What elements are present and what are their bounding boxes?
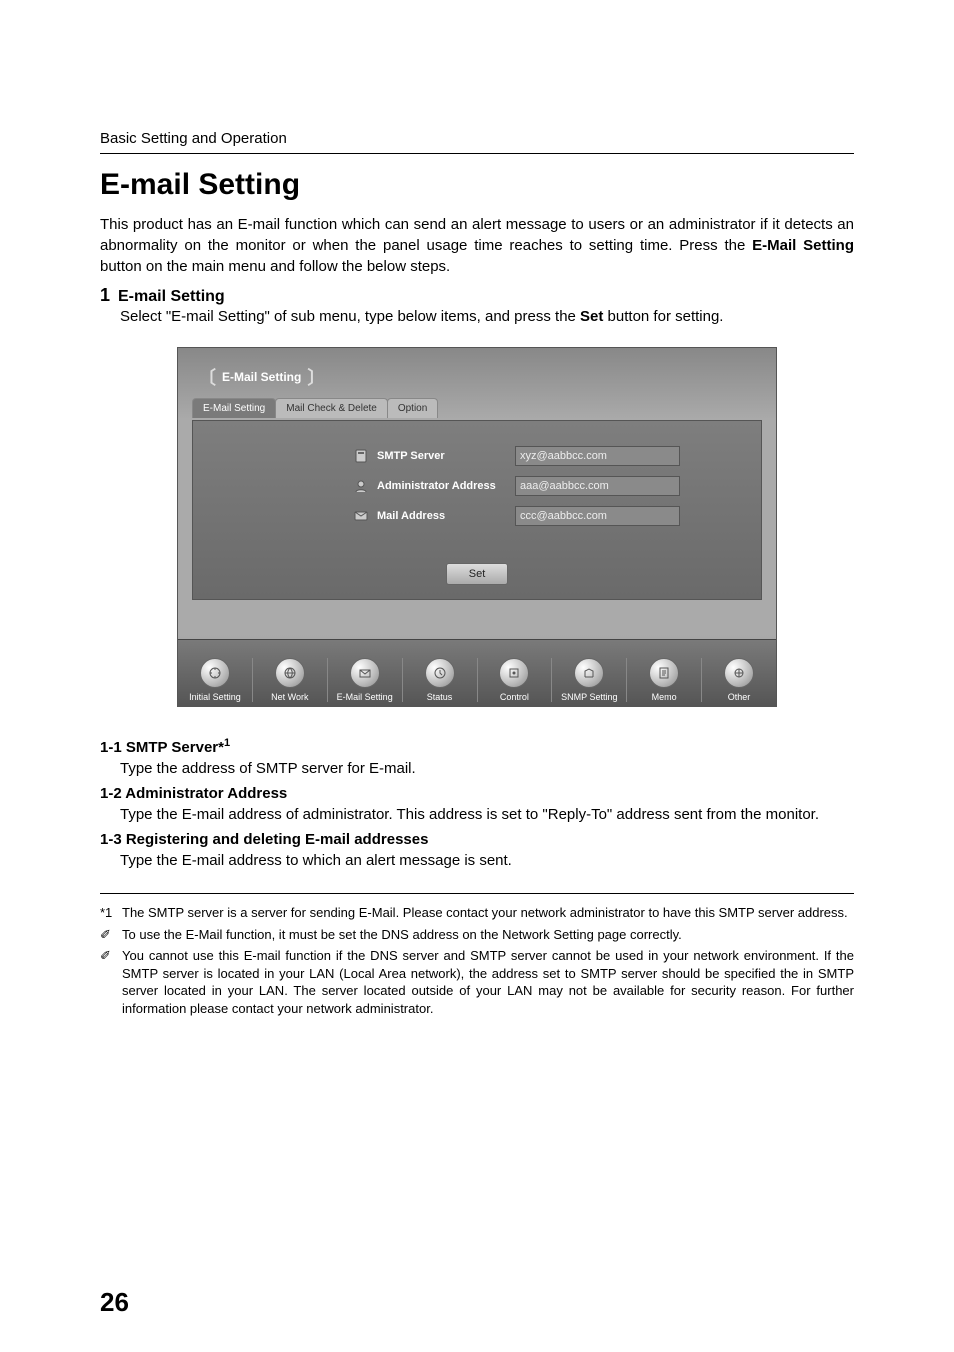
step1-bold: Set — [580, 308, 603, 325]
footnotes: *1 The SMTP server is a server for sendi… — [100, 904, 854, 1017]
running-header: Basic Setting and Operation — [100, 130, 854, 147]
input-mail-address[interactable] — [515, 506, 680, 526]
status-icon — [425, 658, 455, 688]
footnote-1: *1 The SMTP server is a server for sendi… — [100, 904, 854, 922]
page-number: 26 — [100, 1287, 129, 1318]
server-icon — [353, 448, 369, 464]
email-icon — [350, 658, 380, 688]
document-page: Basic Setting and Operation E-mail Setti… — [0, 0, 954, 1352]
item-1-3-head: 1-3 Registering and deleting E-mail addr… — [100, 831, 854, 848]
tab-mail-check-delete[interactable]: Mail Check & Delete — [275, 398, 388, 418]
other-icon — [724, 658, 754, 688]
footnote-3: ✐ You cannot use this E-mail function if… — [100, 947, 854, 1017]
step1-text-2: button for setting. — [603, 308, 723, 325]
footnote-1-mark: *1 — [100, 904, 122, 922]
item-1-2-text: Type the E-mail address of administrator… — [120, 804, 854, 825]
nav-email-setting[interactable]: E-Mail Setting — [328, 658, 403, 702]
input-admin-address[interactable] — [515, 476, 680, 496]
header-rule — [100, 153, 854, 154]
left-bracket-icon: 〔 — [198, 364, 216, 390]
footnote-3-mark: ✐ — [100, 947, 122, 1017]
footnote-2: ✐ To use the E-Mail function, it must be… — [100, 926, 854, 944]
footnote-3-text: You cannot use this E-mail function if t… — [122, 947, 854, 1017]
item-1-2: 1-2 Administrator Address Type the E-mai… — [100, 785, 854, 825]
tab-email-setting[interactable]: E-Mail Setting — [192, 398, 276, 418]
form-panel: SMTP Server Administrator Address Mail A… — [192, 420, 762, 600]
nav-network[interactable]: Net Work — [253, 658, 328, 702]
memo-icon — [649, 658, 679, 688]
row-mail-address: Mail Address — [353, 501, 761, 531]
tab-bar: E-Mail Setting Mail Check & Delete Optio… — [192, 398, 437, 418]
item-1-3-text: Type the E-mail address to which an aler… — [120, 850, 854, 871]
right-bracket-icon: 〕 — [307, 364, 325, 390]
item-1-1-head: 1-1 SMTP Server*1 — [100, 737, 854, 756]
footnote-2-mark: ✐ — [100, 926, 122, 944]
initial-setting-icon — [200, 658, 230, 688]
footnote-2-text: To use the E-Mail function, it must be s… — [122, 926, 682, 944]
label-admin-address: Administrator Address — [377, 480, 507, 492]
control-icon — [499, 658, 529, 688]
item-1-1: 1-1 SMTP Server*1 Type the address of SM… — [100, 737, 854, 779]
nav-other[interactable]: Other — [702, 658, 776, 702]
input-smtp-server[interactable] — [515, 446, 680, 466]
tab-option[interactable]: Option — [387, 398, 438, 418]
row-smtp-server: SMTP Server — [353, 441, 761, 471]
panel-title: 〔 E-Mail Setting 〕 — [198, 364, 325, 390]
set-button[interactable]: Set — [446, 563, 508, 585]
item-1-1-text: Type the address of SMTP server for E-ma… — [120, 758, 854, 779]
label-smtp-server: SMTP Server — [377, 450, 507, 462]
bottom-nav: Initial Setting Net Work E-Mail Setting … — [178, 639, 776, 706]
intro-text-1: This product has an E-mail function whic… — [100, 216, 854, 254]
label-mail-address: Mail Address — [377, 510, 507, 522]
step-1-text: Select "E-mail Setting" of sub menu, typ… — [120, 306, 854, 327]
item-1-2-head: 1-2 Administrator Address — [100, 785, 854, 802]
nav-initial-setting[interactable]: Initial Setting — [178, 658, 253, 702]
nav-snmp-setting[interactable]: SNMP Setting — [552, 658, 627, 702]
step-number: 1 — [100, 285, 118, 306]
step1-text-1: Select "E-mail Setting" of sub menu, typ… — [120, 308, 580, 325]
item-1-3: 1-3 Registering and deleting E-mail addr… — [100, 831, 854, 871]
ui-screenshot: 〔 E-Mail Setting 〕 E-Mail Setting Mail C… — [177, 347, 777, 707]
snmp-icon — [574, 658, 604, 688]
network-icon — [275, 658, 305, 688]
row-admin-address: Administrator Address — [353, 471, 761, 501]
intro-text-2: button on the main menu and follow the b… — [100, 258, 450, 275]
footnote-rule — [100, 893, 854, 894]
step-1-heading-row: 1 E-mail Setting — [100, 285, 854, 306]
step-heading: E-mail Setting — [118, 288, 225, 306]
nav-control[interactable]: Control — [478, 658, 553, 702]
footnote-1-text: The SMTP server is a server for sending … — [122, 904, 848, 922]
admin-icon — [353, 478, 369, 494]
nav-status[interactable]: Status — [403, 658, 478, 702]
panel-title-text: E-Mail Setting — [222, 370, 301, 384]
nav-memo[interactable]: Memo — [627, 658, 702, 702]
page-title: E-mail Setting — [100, 168, 854, 202]
intro-bold: E-Mail Setting — [752, 237, 854, 254]
mail-icon — [353, 508, 369, 524]
intro-paragraph: This product has an E-mail function whic… — [100, 214, 854, 277]
